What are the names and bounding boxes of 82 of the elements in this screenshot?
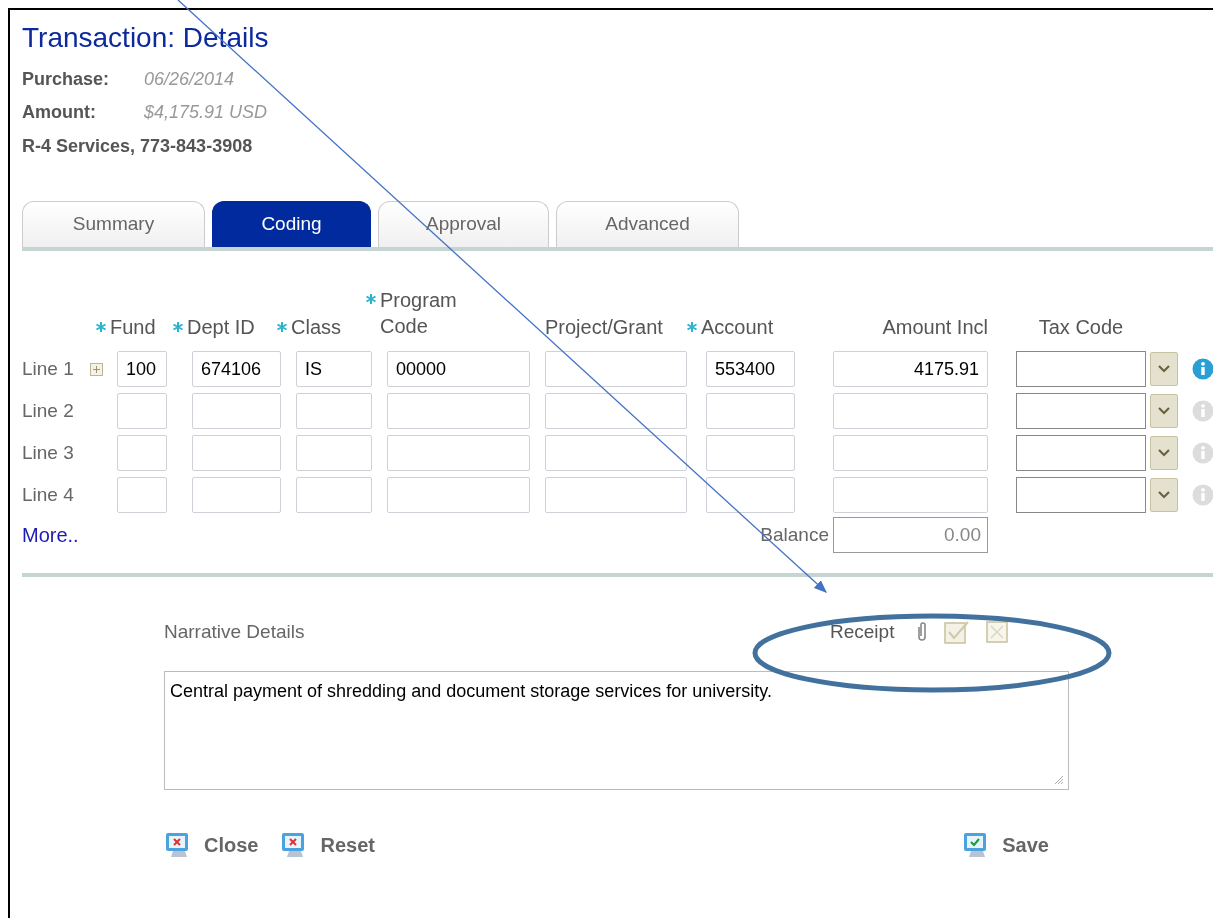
monitor-cross-icon bbox=[164, 831, 190, 859]
action-button[interactable]: Save bbox=[962, 830, 1049, 860]
column-header: Program Code bbox=[380, 288, 458, 339]
column-header: Amount Incl bbox=[882, 315, 988, 339]
input-field[interactable] bbox=[706, 435, 795, 471]
input-field[interactable] bbox=[706, 477, 795, 513]
dropdown-button[interactable] bbox=[1150, 394, 1178, 428]
field-value: $4,175.91 USD bbox=[144, 101, 268, 123]
balance-field: 0.00 bbox=[833, 517, 988, 553]
monitor-check-icon bbox=[962, 831, 989, 859]
chevron-down-icon bbox=[1158, 407, 1170, 415]
line-label: Line 3 bbox=[22, 440, 75, 465]
info-icon[interactable] bbox=[1192, 484, 1213, 506]
receipt-label: Receipt bbox=[830, 619, 895, 644]
input-field[interactable] bbox=[296, 393, 372, 429]
column-header: Tax Code bbox=[1038, 315, 1124, 339]
tab[interactable]: Advanced bbox=[556, 201, 739, 247]
input-field[interactable]: 100 bbox=[117, 351, 167, 387]
dropdown-button[interactable] bbox=[1150, 436, 1178, 470]
monitor-cross-icon bbox=[280, 831, 307, 859]
checkbox-cross-icon[interactable] bbox=[986, 621, 1009, 643]
vendor-text: R-4 Services, 773-843-3908 bbox=[22, 135, 254, 157]
column-header: Project/Grant bbox=[545, 315, 663, 339]
paperclip-icon[interactable] bbox=[916, 621, 929, 643]
input-field[interactable]: 4175.91 bbox=[833, 351, 988, 387]
info-icon[interactable] bbox=[1192, 442, 1213, 464]
field-label: Purchase: bbox=[22, 68, 111, 90]
dropdown-field[interactable] bbox=[1016, 393, 1146, 429]
info-icon[interactable] bbox=[1192, 400, 1213, 422]
field-value: 06/26/2014 bbox=[144, 68, 235, 90]
input-field[interactable] bbox=[706, 393, 795, 429]
input-field[interactable] bbox=[545, 477, 687, 513]
input-field[interactable] bbox=[387, 393, 530, 429]
dropdown-button[interactable] bbox=[1150, 352, 1178, 386]
input-field[interactable]: 00000 bbox=[387, 351, 530, 387]
column-header: Dept ID bbox=[187, 315, 255, 339]
more-link[interactable]: More.. bbox=[22, 520, 642, 550]
balance-label: Balance bbox=[759, 522, 830, 547]
input-field[interactable]: 674106 bbox=[192, 351, 281, 387]
input-field[interactable] bbox=[833, 477, 988, 513]
tab[interactable]: Approval bbox=[378, 201, 549, 247]
line-label: Line 1 bbox=[22, 356, 75, 381]
input-field[interactable] bbox=[296, 477, 372, 513]
input-field[interactable]: 553400 bbox=[706, 351, 795, 387]
chevron-down-icon bbox=[1158, 491, 1170, 499]
input-field[interactable]: IS bbox=[296, 351, 372, 387]
dropdown-button[interactable] bbox=[1150, 478, 1178, 512]
input-field[interactable] bbox=[192, 393, 281, 429]
column-header: Account bbox=[701, 315, 774, 339]
narrative-label: Narrative Details bbox=[164, 619, 306, 644]
column-header: Class bbox=[291, 315, 341, 339]
input-field[interactable] bbox=[117, 393, 167, 429]
line-label: Line 4 bbox=[22, 482, 75, 507]
dropdown-field[interactable] bbox=[1016, 477, 1146, 513]
dropdown-field[interactable] bbox=[1016, 351, 1146, 387]
resize-grip-icon[interactable] bbox=[1054, 775, 1064, 785]
narrative-textarea[interactable]: Central payment of shredding and document storage services for university. bbox=[164, 671, 1069, 790]
input-field[interactable] bbox=[833, 393, 988, 429]
input-field[interactable] bbox=[192, 477, 281, 513]
input-field[interactable] bbox=[545, 393, 687, 429]
input-field[interactable] bbox=[387, 477, 530, 513]
column-header: Fund bbox=[110, 315, 156, 339]
action-button[interactable]: Reset bbox=[280, 830, 375, 860]
field-label: Amount: bbox=[22, 101, 97, 123]
chevron-down-icon bbox=[1158, 449, 1170, 457]
tab[interactable]: Coding bbox=[212, 201, 371, 247]
input-field[interactable] bbox=[545, 351, 687, 387]
input-field[interactable] bbox=[833, 435, 988, 471]
tab[interactable]: Summary bbox=[22, 201, 205, 247]
input-field[interactable] bbox=[192, 435, 281, 471]
line-label: Line 2 bbox=[22, 398, 75, 423]
info-icon[interactable] bbox=[1192, 358, 1213, 380]
input-field[interactable] bbox=[387, 435, 530, 471]
chevron-down-icon bbox=[1158, 365, 1170, 373]
input-field[interactable] bbox=[296, 435, 372, 471]
expand-icon[interactable] bbox=[90, 362, 103, 376]
checkbox-tick-icon[interactable] bbox=[944, 620, 971, 644]
action-button[interactable]: Close bbox=[164, 830, 259, 860]
input-field[interactable] bbox=[117, 435, 167, 471]
dropdown-field[interactable] bbox=[1016, 435, 1146, 471]
input-field[interactable] bbox=[117, 477, 167, 513]
input-field[interactable] bbox=[545, 435, 687, 471]
